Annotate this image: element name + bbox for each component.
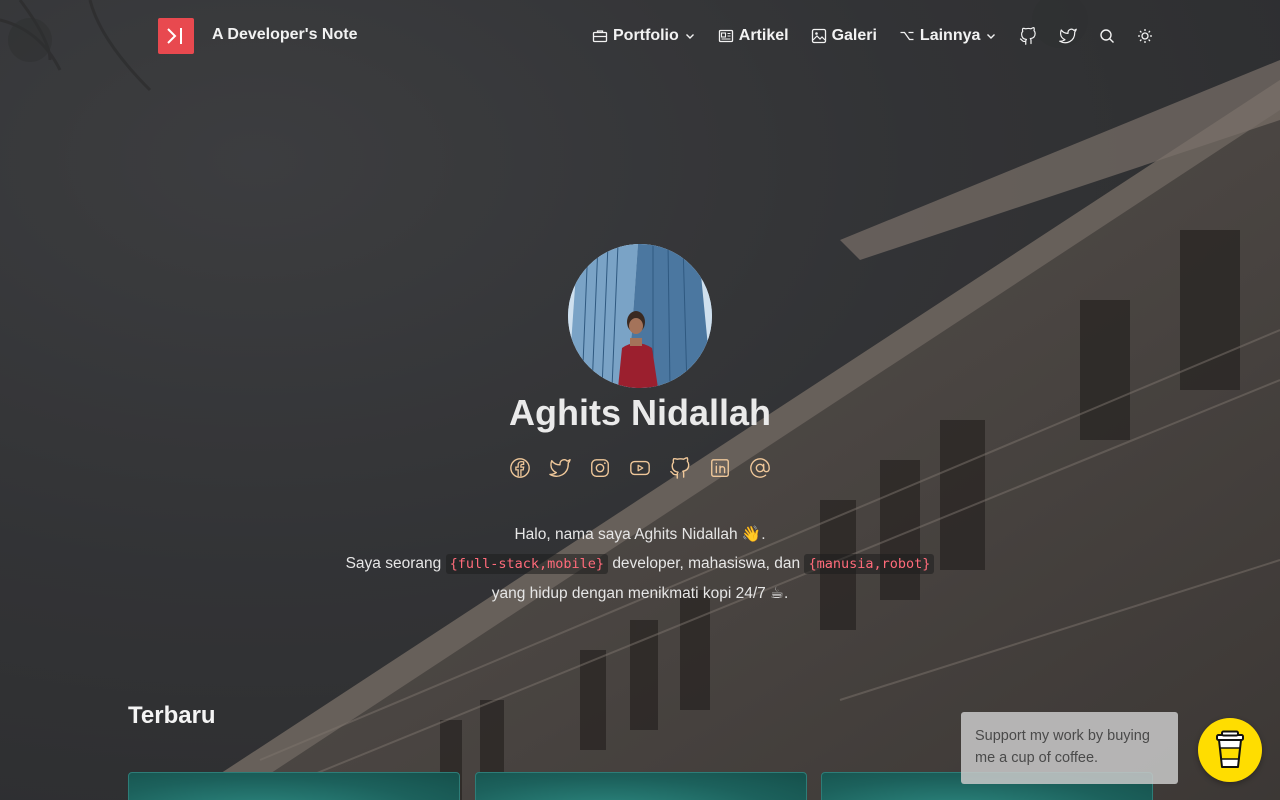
- instagram-icon: [591, 459, 609, 477]
- image-icon: [811, 28, 826, 44]
- chevron-down-icon: [685, 34, 694, 39]
- site-title[interactable]: A Developer's Note: [212, 26, 357, 44]
- bio-line-2-middle: developer, mahasiswa, dan: [612, 555, 801, 572]
- main-nav: Portfolio Artikel Galeri Lainnya: [592, 24, 1153, 48]
- code-roles: {full-stack,mobile}: [445, 554, 608, 574]
- chevron-down-icon: [987, 34, 996, 39]
- sun-icon: [1138, 29, 1153, 43]
- twitter-link[interactable]: [1059, 27, 1078, 45]
- code-entities: {manusia,robot}: [804, 554, 935, 574]
- coffee-cup-icon: [1216, 730, 1244, 768]
- option-key-icon: [900, 31, 914, 41]
- youtube-link[interactable]: [628, 456, 652, 480]
- facebook-icon: [510, 458, 530, 478]
- twitter-icon: [549, 459, 571, 477]
- nav-galeri-label: Galeri: [831, 27, 877, 44]
- at-sign-icon: [750, 458, 770, 478]
- nav-artikel[interactable]: Artikel: [718, 27, 789, 45]
- bio-line-1: Halo, nama saya Aghits Nidallah 👋.: [514, 526, 766, 543]
- latest-card[interactable]: [475, 772, 807, 800]
- github-icon: [670, 457, 690, 479]
- linkedin-icon: [711, 459, 729, 477]
- profile-name: Aghits Nidallah: [508, 392, 772, 433]
- linkedin-link[interactable]: [708, 456, 732, 480]
- nav-lainnya-label: Lainnya: [919, 27, 981, 44]
- bio: Halo, nama saya Aghits Nidallah 👋. Saya …: [240, 520, 1040, 608]
- facebook-link[interactable]: [508, 456, 532, 480]
- nav-artikel-label: Artikel: [738, 27, 789, 44]
- briefcase-icon: [592, 30, 608, 43]
- search-button[interactable]: [1099, 28, 1115, 44]
- buy-me-a-coffee-button[interactable]: [1198, 718, 1262, 782]
- twitter-profile-link[interactable]: [548, 456, 572, 480]
- logo[interactable]: [158, 18, 194, 54]
- github-link[interactable]: [1019, 27, 1037, 45]
- nav-portfolio-label: Portfolio: [613, 27, 679, 44]
- nav-portfolio[interactable]: Portfolio: [592, 27, 696, 45]
- youtube-icon: [630, 460, 650, 476]
- logo-icon: [167, 28, 182, 44]
- github-profile-link[interactable]: [668, 456, 692, 480]
- nav-lainnya[interactable]: Lainnya: [899, 27, 997, 45]
- bio-line-3: yang hidup dengan menikmati kopi 24/7 ☕.: [491, 585, 789, 602]
- latest-card[interactable]: [128, 772, 460, 800]
- bio-line-2-start: Saya seorang: [345, 555, 442, 572]
- instagram-link[interactable]: [588, 456, 612, 480]
- nav-galeri[interactable]: Galeri: [811, 27, 877, 45]
- theme-toggle[interactable]: [1137, 28, 1153, 44]
- email-link[interactable]: [748, 456, 772, 480]
- avatar: [568, 244, 712, 388]
- latest-section-title: Terbaru: [128, 702, 216, 729]
- site-header: A Developer's Note Portfolio Artikel Gal…: [0, 0, 1280, 72]
- social-links: [508, 456, 772, 480]
- twitter-icon: [1059, 28, 1078, 44]
- search-icon: [1100, 29, 1115, 43]
- support-message: Support my work by buying me a cup of co…: [961, 712, 1178, 784]
- github-icon: [1020, 27, 1037, 45]
- newspaper-icon: [718, 29, 733, 43]
- bio-line-2: Saya seorang {full-stack,mobile} develop…: [240, 549, 1040, 579]
